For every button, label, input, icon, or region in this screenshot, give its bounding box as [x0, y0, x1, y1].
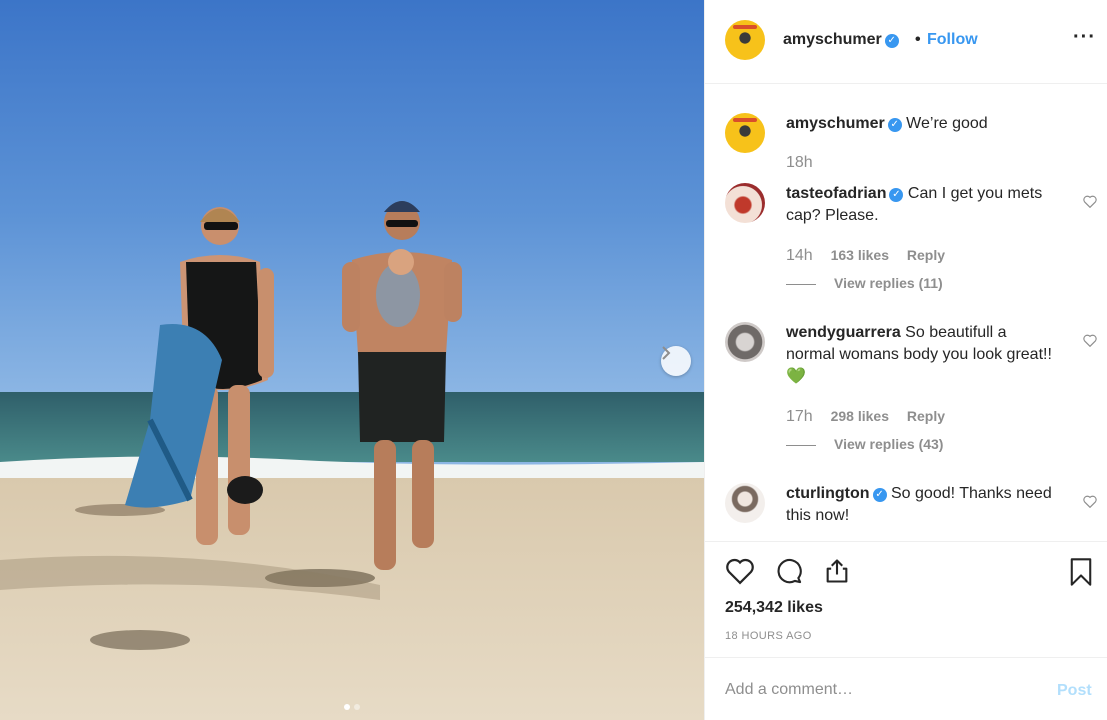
comment-text: wendyguarrera So beautifull a normal wom… [786, 322, 1056, 388]
caption-username[interactable]: amyschumer [786, 115, 885, 132]
verified-badge-icon: ✓ [872, 488, 887, 502]
like-comment-heart-icon[interactable] [1083, 334, 1097, 347]
replies-line [786, 283, 816, 285]
add-comment-bar: Post [705, 657, 1107, 720]
author-avatar[interactable] [725, 20, 765, 60]
like-comment-heart-icon[interactable] [1083, 195, 1097, 208]
comments-list: amyschumer ✓ We’re good 18h tasteofadrian… [705, 85, 1107, 541]
carousel-dot [354, 704, 360, 710]
view-replies-label[interactable]: View replies (43) [834, 436, 943, 452]
next-photo-button[interactable] [661, 346, 691, 376]
comment-input[interactable] [725, 678, 1045, 702]
separator-dot: • [915, 31, 921, 48]
view-replies-button[interactable]: View replies (11) [786, 275, 943, 291]
author-username-text[interactable]: amyschumer [783, 31, 882, 48]
post-photo[interactable] [0, 0, 704, 720]
comment-likes[interactable]: 298 likes [831, 408, 889, 424]
likes-count[interactable]: 254,342 likes [725, 599, 823, 617]
comment-meta: 14h 163 likes Reply [786, 247, 959, 265]
caption-body: We’re good [906, 115, 988, 132]
comment-text: cturlington ✓ So good! Thanks need this n… [786, 483, 1056, 527]
caption-avatar[interactable] [725, 113, 765, 153]
replies-line [786, 444, 816, 446]
like-comment-heart-icon[interactable] [1083, 495, 1097, 508]
beach-scene [0, 201, 704, 720]
comment-time[interactable]: 14h [786, 247, 813, 264]
comment-likes[interactable]: 163 likes [831, 247, 889, 263]
comment-icon[interactable] [775, 557, 803, 585]
comment-username[interactable]: wendyguarrera [786, 324, 901, 341]
comment-username[interactable]: cturlington [786, 485, 870, 502]
comment-avatar[interactable] [725, 183, 765, 223]
post-sidebar: amyschumer ✓ • Follow ··· amyschumer ✓ We’… [704, 0, 1107, 720]
comment-meta: 17h 298 likes Reply [786, 408, 959, 426]
post-timestamp[interactable]: 18 HOURS AGO [725, 630, 812, 642]
comment-text: tasteofadrian ✓ Can I get you mets cap? P… [786, 183, 1056, 227]
comment-time[interactable]: 17h [786, 408, 813, 425]
verified-badge-icon: ✓ [887, 118, 902, 132]
bookmark-icon[interactable] [1069, 557, 1093, 587]
reply-button[interactable]: Reply [907, 247, 945, 263]
author-username[interactable]: amyschumer ✓ [783, 31, 899, 49]
post-header: amyschumer ✓ • Follow ··· [705, 0, 1107, 84]
post-comment-button[interactable]: Post [1057, 682, 1092, 700]
comment-username[interactable]: tasteofadrian [786, 185, 886, 202]
share-icon[interactable] [823, 557, 851, 585]
dog-figure [227, 476, 263, 504]
next-arrow-icon [662, 346, 671, 360]
heart-icon[interactable] [725, 557, 755, 585]
comment-avatar[interactable] [725, 322, 765, 362]
more-options-icon[interactable]: ··· [1073, 26, 1096, 49]
caption-text: amyschumer ✓ We’re good [786, 113, 1056, 135]
carousel-dot-active [344, 704, 350, 710]
view-replies-label[interactable]: View replies (11) [834, 275, 943, 291]
caption-meta: 18h [786, 154, 827, 172]
view-replies-button[interactable]: View replies (43) [786, 436, 943, 452]
verified-badge-icon: ✓ [889, 188, 904, 202]
carousel-dots [0, 704, 704, 710]
follow-button[interactable]: Follow [927, 31, 978, 49]
caption-time[interactable]: 18h [786, 154, 813, 171]
reply-button[interactable]: Reply [907, 408, 945, 424]
post-actions: 254,342 likes 18 HOURS AGO [705, 541, 1107, 657]
comment-avatar[interactable] [725, 483, 765, 523]
verified-badge-icon: ✓ [884, 34, 899, 48]
